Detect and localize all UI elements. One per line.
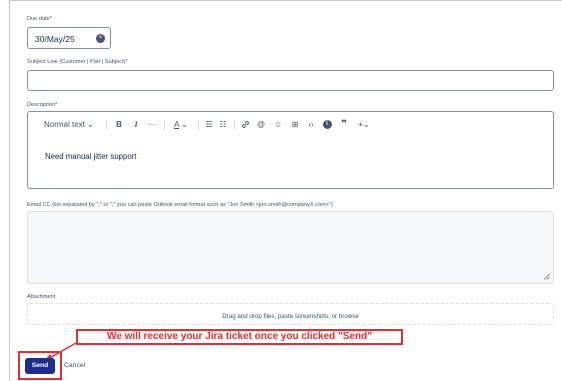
more-formatting-icon[interactable]: ··· bbox=[146, 117, 158, 133]
dropzone-text: Drag and drop files, paste screenshots, … bbox=[222, 313, 359, 320]
emoji-icon[interactable]: ☺ bbox=[272, 117, 284, 133]
due-date-label: Due date* bbox=[27, 16, 52, 22]
resize-handle-icon[interactable] bbox=[543, 273, 550, 280]
attachment-label: Attachment bbox=[27, 294, 56, 300]
due-date-value: 30/May/25 bbox=[35, 34, 75, 44]
description-label: Description* bbox=[27, 102, 58, 108]
table-icon[interactable]: ⊞ bbox=[289, 117, 301, 133]
bullet-list-icon[interactable]: ☰ bbox=[204, 117, 214, 133]
attachment-dropzone[interactable]: Drag and drop files, paste screenshots, … bbox=[27, 303, 554, 325]
due-date-field[interactable]: 30/May/25 × bbox=[27, 27, 111, 49]
toolbar-divider bbox=[106, 120, 107, 130]
bold-icon[interactable]: B bbox=[114, 117, 124, 133]
text-style-dropdown[interactable]: Normal text ⌄ bbox=[44, 117, 96, 133]
italic-icon[interactable]: I bbox=[131, 117, 141, 133]
insert-menu[interactable]: +⌄ bbox=[355, 117, 373, 133]
quote-icon[interactable]: ❞ bbox=[338, 117, 350, 133]
text-color-icon[interactable]: A ⌄ bbox=[170, 117, 192, 133]
toolbar-divider bbox=[234, 120, 235, 130]
chevron-down-icon: ⌄ bbox=[362, 120, 370, 129]
toolbar-divider bbox=[164, 120, 165, 130]
code-icon[interactable]: ‹› bbox=[305, 117, 317, 133]
chevron-down-icon: ⌄ bbox=[181, 120, 188, 129]
send-button[interactable]: Send bbox=[25, 358, 55, 374]
mention-icon[interactable]: @ bbox=[255, 117, 267, 133]
subject-label: Subject Line (Customer | Part | Subject)… bbox=[27, 59, 128, 65]
chevron-down-icon: ⌄ bbox=[87, 120, 94, 129]
subject-input[interactable] bbox=[27, 70, 554, 91]
info-icon[interactable]: i bbox=[321, 117, 333, 133]
link-icon[interactable] bbox=[239, 117, 251, 133]
toolbar-divider bbox=[198, 120, 199, 130]
description-editor[interactable]: Normal text ⌄ B I ··· A ⌄ ☰ ☷ @ ☺ ⊞ ‹› i… bbox=[27, 111, 554, 189]
email-cc-textarea[interactable] bbox=[27, 211, 554, 284]
email-cc-label: Email CC (list separated by "," or ";" y… bbox=[27, 202, 333, 208]
description-text: Need manual jitter support bbox=[45, 152, 137, 161]
cancel-button[interactable]: Cancel bbox=[64, 362, 85, 369]
clear-icon[interactable]: × bbox=[96, 34, 105, 43]
numbered-list-icon[interactable]: ☷ bbox=[218, 117, 228, 133]
editor-toolbar: Normal text ⌄ B I ··· A ⌄ ☰ ☷ @ ☺ ⊞ ‹› i… bbox=[28, 117, 553, 133]
annotation-callout: We will receive your Jira ticket once yo… bbox=[76, 329, 403, 345]
